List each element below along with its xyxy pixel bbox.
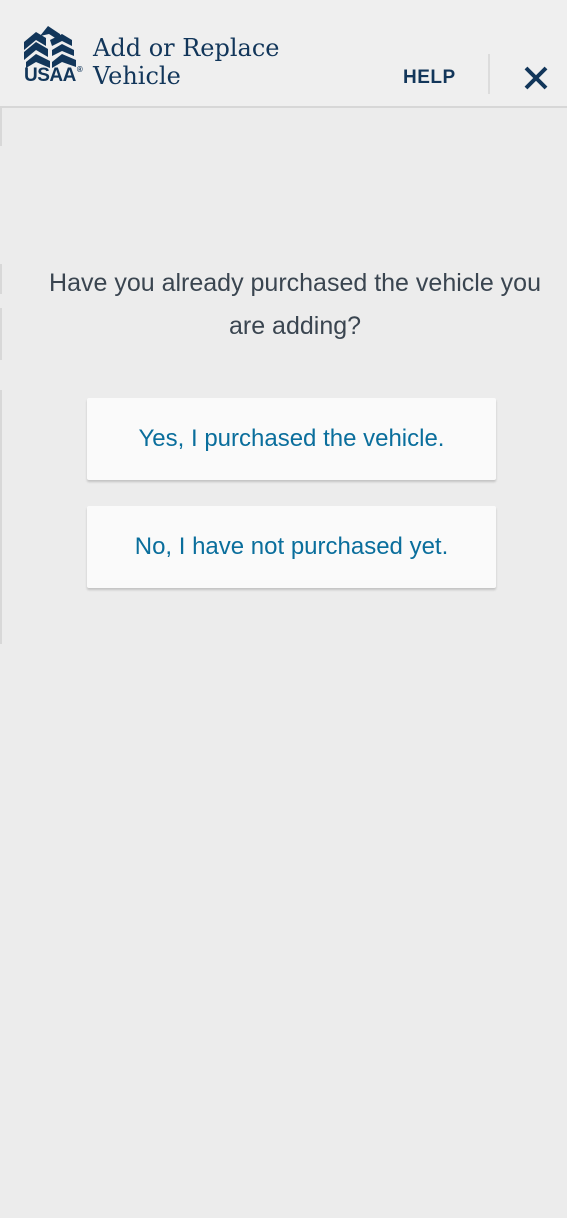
left-edge-line — [0, 108, 2, 146]
help-link[interactable]: HELP — [403, 67, 456, 89]
no-not-purchased-button[interactable]: No, I have not purchased yet. — [87, 506, 496, 588]
question-text: Have you already purchased the vehicle y… — [49, 269, 541, 340]
left-edge-line — [0, 308, 2, 360]
registered-mark: ® — [76, 65, 83, 74]
usaa-wordmark: USAA® — [24, 65, 83, 86]
close-icon — [524, 66, 548, 90]
left-edge-line — [0, 264, 2, 294]
yes-purchased-button[interactable]: Yes, I purchased the vehicle. — [87, 398, 496, 480]
close-button[interactable] — [520, 62, 552, 94]
page-title-line-2: Vehicle — [93, 62, 181, 90]
page-title-line-1: Add or Replace — [93, 34, 280, 62]
header-divider — [488, 54, 490, 94]
left-edge-line — [0, 390, 2, 644]
brand-name: USAA — [24, 65, 76, 86]
app-header: USAA® Add or Replace Vehicle HELP — [0, 0, 567, 108]
